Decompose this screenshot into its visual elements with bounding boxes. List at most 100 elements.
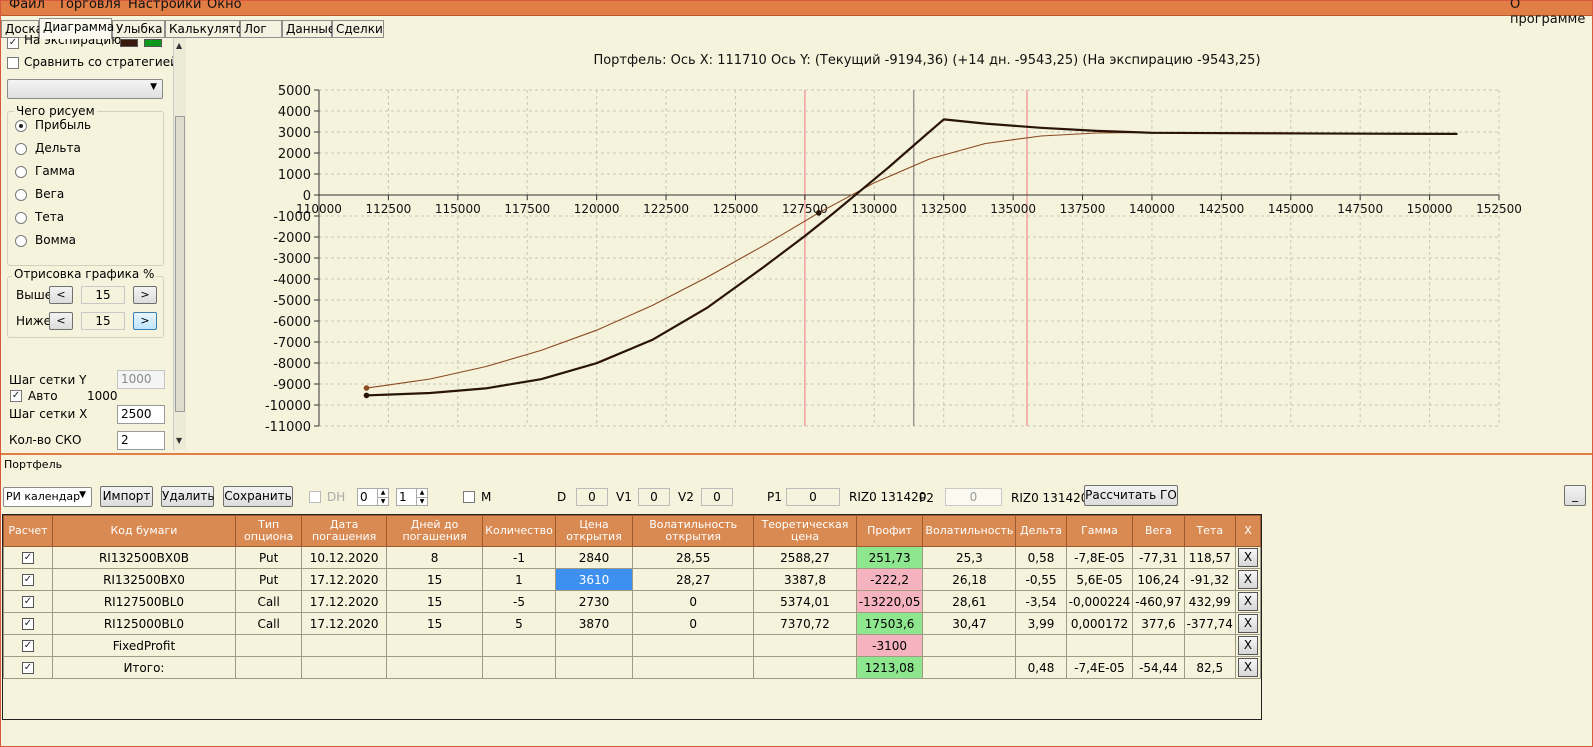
- p1-value[interactable]: 0: [786, 488, 840, 506]
- cell-days[interactable]: 15: [385, 590, 484, 613]
- cell-vol[interactable]: [922, 634, 1017, 657]
- cell-date[interactable]: [301, 634, 387, 657]
- cell-open[interactable]: 2730: [554, 590, 634, 613]
- cell-theor[interactable]: 7370,72: [753, 612, 857, 635]
- col-remove[interactable]: X: [1234, 515, 1262, 547]
- table-row[interactable]: ✓ RI132500BX0B Put 10.12.2020 8 -1 2840 28,55 25…: [3, 546, 1262, 569]
- below-increase-button[interactable]: >: [133, 312, 157, 330]
- below-value[interactable]: 15: [81, 312, 125, 330]
- col-qty[interactable]: Количество: [482, 515, 556, 547]
- tab-deals[interactable]: Сделки: [332, 20, 384, 38]
- cell-qty[interactable]: [482, 634, 556, 657]
- remove-row-button[interactable]: X: [1237, 636, 1258, 655]
- cell-type[interactable]: Put: [234, 546, 303, 569]
- cell-code[interactable]: RI127500BL0: [51, 590, 236, 613]
- cell-vega[interactable]: -460,97: [1132, 590, 1185, 613]
- above-value[interactable]: 15: [81, 286, 125, 304]
- cell-delta[interactable]: 3,99: [1015, 612, 1067, 635]
- col-open[interactable]: Цена открытия: [554, 515, 634, 547]
- calc-go-button[interactable]: Рассчитать ГО: [1084, 485, 1178, 506]
- col-vol[interactable]: Волатильность: [922, 515, 1017, 547]
- cell-date[interactable]: 10.12.2020: [301, 546, 387, 569]
- cell-vol[interactable]: 28,61: [922, 590, 1017, 613]
- cell-delta[interactable]: [1015, 634, 1067, 657]
- cell-vega[interactable]: 377,6: [1132, 612, 1185, 635]
- cell-vol[interactable]: 30,47: [922, 612, 1017, 635]
- cell-days[interactable]: 8: [385, 546, 484, 569]
- cell-type[interactable]: Call: [234, 612, 303, 635]
- cell-type[interactable]: Call: [234, 590, 303, 613]
- p2-value[interactable]: 0: [945, 488, 1002, 506]
- cell-profit[interactable]: 17503,6: [855, 612, 924, 635]
- col-theor[interactable]: Теоретическая цена: [753, 515, 857, 547]
- col-code[interactable]: Код бумаги: [51, 515, 236, 547]
- cell-code[interactable]: RI132500BX0B: [51, 546, 236, 569]
- cell-theor[interactable]: 2588,27: [753, 546, 857, 569]
- menu-window[interactable]: Окно: [207, 0, 242, 12]
- cell-delta[interactable]: 0,48: [1015, 656, 1067, 679]
- cell-open[interactable]: 2840: [554, 546, 634, 569]
- cell-gamma[interactable]: -7,4E-05: [1065, 656, 1134, 679]
- cell-gamma[interactable]: 5,6E-05: [1065, 568, 1134, 591]
- table-row[interactable]: ✓ RI125000BL0 Call 17.12.2020 15 5 3870 0 7370,7…: [3, 612, 1262, 635]
- payoff-chart[interactable]: Портфель: Ось X: 111710 Ось Y: (Текущий …: [187, 38, 1592, 453]
- auto-checkbox[interactable]: ✓: [10, 390, 22, 402]
- above-increase-button[interactable]: >: [133, 286, 157, 304]
- cell-qty[interactable]: [482, 656, 556, 679]
- cell-profit[interactable]: 251,73: [855, 546, 924, 569]
- tab-data[interactable]: Данные: [282, 20, 335, 38]
- portfolio-combo[interactable]: РИ календар ▼: [3, 487, 92, 507]
- panel-splitter[interactable]: [1, 453, 1592, 458]
- remove-row-button[interactable]: X: [1237, 548, 1258, 567]
- d-value[interactable]: 0: [576, 488, 608, 506]
- sko-input[interactable]: 2: [117, 431, 165, 450]
- cell-vega[interactable]: 106,24: [1132, 568, 1185, 591]
- dh-spin-2[interactable]: 1 ▲ ▼: [396, 488, 428, 506]
- menu-settings[interactable]: Настройки: [128, 0, 201, 12]
- settings-scrollbar[interactable]: ▲ ▼: [173, 38, 186, 450]
- table-row[interactable]: ✓ FixedProfit -3100 X: [3, 634, 1262, 657]
- delete-button[interactable]: Удалить: [161, 486, 215, 507]
- cell-vega[interactable]: -77,31: [1132, 546, 1185, 569]
- save-button[interactable]: Сохранить: [223, 486, 293, 507]
- cell-vol[interactable]: 25,3: [922, 546, 1017, 569]
- compare-strategy-checkbox[interactable]: [7, 57, 19, 69]
- menu-trade[interactable]: Торговля: [58, 0, 121, 12]
- on-expiration-checkbox[interactable]: ✓: [7, 37, 19, 49]
- remove-row-button[interactable]: X: [1237, 570, 1258, 589]
- cell-date[interactable]: [301, 656, 387, 679]
- tab-calculator[interactable]: Калькулятор: [165, 20, 251, 38]
- radio-theta[interactable]: [15, 212, 27, 224]
- cell-type[interactable]: Put: [234, 568, 303, 591]
- cell-code[interactable]: RI125000BL0: [51, 612, 236, 635]
- cell-gamma[interactable]: 0,000172: [1065, 612, 1134, 635]
- remove-row-button[interactable]: X: [1237, 614, 1258, 633]
- cell-profit[interactable]: -3100: [855, 634, 924, 657]
- radio-vomma[interactable]: [15, 235, 27, 247]
- cell-vol-open[interactable]: 28,27: [632, 568, 755, 591]
- row-calc-checkbox[interactable]: ✓: [21, 574, 34, 586]
- row-calc-checkbox[interactable]: ✓: [21, 552, 34, 564]
- radio-gamma[interactable]: [15, 166, 27, 178]
- cell-profit[interactable]: -13220,05: [855, 590, 924, 613]
- below-decrease-button[interactable]: <: [49, 312, 73, 330]
- cell-profit[interactable]: -222,2: [855, 568, 924, 591]
- row-calc-checkbox[interactable]: ✓: [21, 640, 34, 652]
- above-decrease-button[interactable]: <: [49, 286, 73, 304]
- cell-theor[interactable]: 5374,01: [753, 590, 857, 613]
- col-days[interactable]: Дней до погашения: [385, 515, 484, 547]
- cell-date[interactable]: 17.12.2020: [301, 590, 387, 613]
- grid-y-input[interactable]: 1000: [117, 370, 165, 389]
- col-theta[interactable]: Тета: [1183, 515, 1236, 547]
- scroll-up-icon[interactable]: ▲: [176, 41, 182, 50]
- row-calc-checkbox[interactable]: ✓: [21, 662, 34, 674]
- cell-days[interactable]: 15: [385, 612, 484, 635]
- cell-vol-open[interactable]: 0: [632, 590, 755, 613]
- col-vega[interactable]: Вега: [1132, 515, 1185, 547]
- cell-gamma[interactable]: -7,8E-05: [1065, 546, 1134, 569]
- cell-gamma[interactable]: -0,000224: [1065, 590, 1134, 613]
- tab-log[interactable]: Лог: [240, 20, 282, 38]
- cell-vega[interactable]: [1132, 634, 1185, 657]
- grid-x-input[interactable]: 2500: [117, 405, 165, 424]
- col-calc[interactable]: Расчет: [3, 515, 53, 547]
